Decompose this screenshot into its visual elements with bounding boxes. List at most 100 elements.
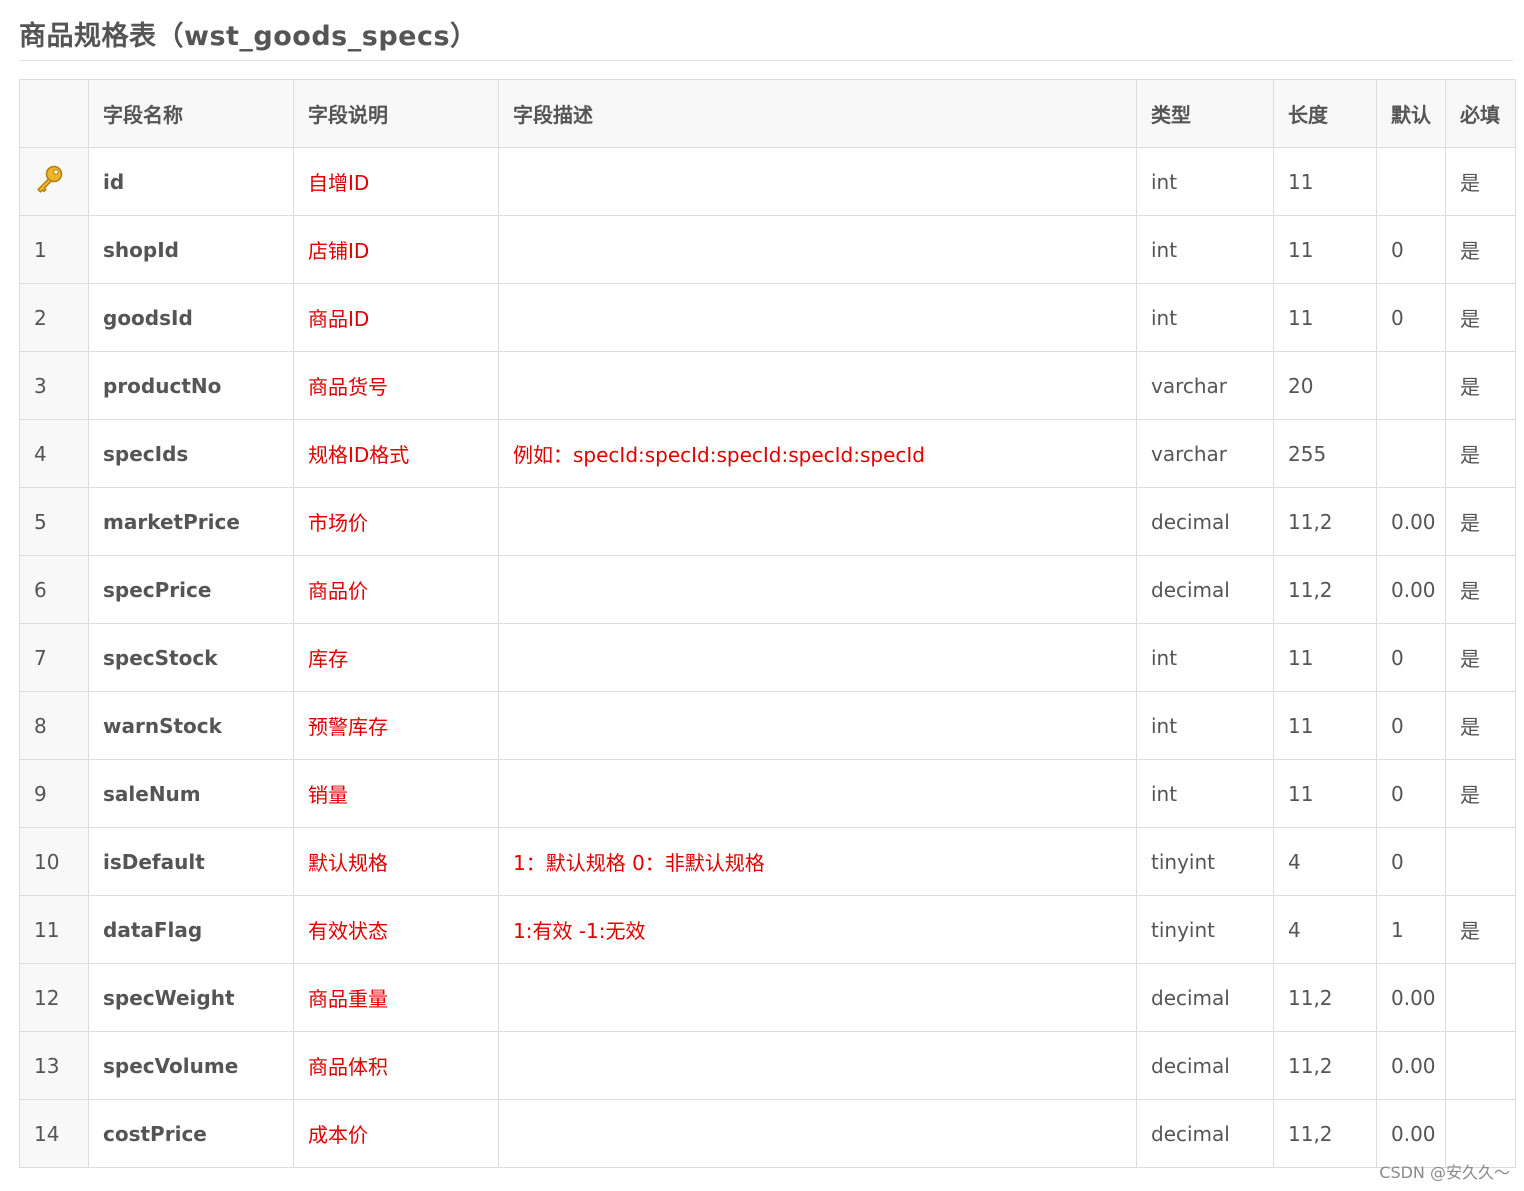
row-index-cell: 6 [19, 555, 89, 624]
field-label-cell: 商品货号 [293, 351, 499, 420]
field-name-cell: dataFlag [88, 895, 294, 964]
field-label-cell: 商品体积 [293, 1031, 499, 1100]
default-cell: 0.00 [1376, 1099, 1446, 1168]
field-label-cell: 商品重量 [293, 963, 499, 1032]
header-field-desc: 字段描述 [498, 79, 1137, 148]
field-desc-cell [498, 147, 1137, 216]
field-label-cell: 有效状态 [293, 895, 499, 964]
field-desc-cell [498, 759, 1137, 828]
length-cell: 11,2 [1273, 1099, 1377, 1168]
header-type: 类型 [1136, 79, 1274, 148]
header-row: 字段名称 字段说明 字段描述 类型 长度 默认 必填 [19, 79, 1516, 148]
required-cell: 是 [1445, 691, 1516, 760]
required-cell [1445, 1031, 1516, 1100]
required-cell: 是 [1445, 351, 1516, 420]
field-label-cell: 成本价 [293, 1099, 499, 1168]
field-label-cell: 销量 [293, 759, 499, 828]
field-desc-cell [498, 487, 1137, 556]
key-icon [34, 164, 64, 199]
default-cell: 0 [1376, 827, 1446, 896]
table-row: 12 specWeight 商品重量 decimal 11,2 0.00 [19, 963, 1516, 1032]
required-cell: 是 [1445, 555, 1516, 624]
length-cell: 11 [1273, 691, 1377, 760]
required-cell [1445, 963, 1516, 1032]
type-cell: int [1136, 691, 1274, 760]
table-row: 10 isDefault 默认规格 1：默认规格 0：非默认规格 tinyint… [19, 827, 1516, 896]
table-row: 7 specStock 库存 int 11 0 是 [19, 623, 1516, 692]
table-row: 13 specVolume 商品体积 decimal 11,2 0.00 [19, 1031, 1516, 1100]
field-name-cell: shopId [88, 215, 294, 284]
table-row: 1 shopId 店铺ID int 11 0 是 [19, 215, 1516, 284]
field-label-cell: 市场价 [293, 487, 499, 556]
length-cell: 4 [1273, 895, 1377, 964]
default-cell: 0.00 [1376, 555, 1446, 624]
type-cell: decimal [1136, 963, 1274, 1032]
field-desc-cell [498, 351, 1137, 420]
length-cell: 11,2 [1273, 555, 1377, 624]
type-cell: varchar [1136, 351, 1274, 420]
required-cell: 是 [1445, 419, 1516, 488]
table-row: 14 costPrice 成本价 decimal 11,2 0.00 [19, 1099, 1516, 1168]
default-cell: 0 [1376, 623, 1446, 692]
row-index-cell: 2 [19, 283, 89, 352]
table-row: 9 saleNum 销量 int 11 0 是 [19, 759, 1516, 828]
type-cell: varchar [1136, 419, 1274, 488]
field-name-cell: specPrice [88, 555, 294, 624]
field-desc-cell: 1:有效 -1:无效 [498, 895, 1137, 964]
header-index [19, 79, 89, 148]
field-desc-cell [498, 1031, 1137, 1100]
field-desc-cell: 1：默认规格 0：非默认规格 [498, 827, 1137, 896]
spec-table: 字段名称 字段说明 字段描述 类型 长度 默认 必填 id 自增ID int 1… [19, 79, 1516, 1168]
field-name-cell: costPrice [88, 1099, 294, 1168]
row-index-cell: 10 [19, 827, 89, 896]
field-desc-cell [498, 691, 1137, 760]
length-cell: 11 [1273, 215, 1377, 284]
row-index-cell: 9 [19, 759, 89, 828]
field-desc-cell [498, 1099, 1137, 1168]
field-label-cell: 商品ID [293, 283, 499, 352]
table-row: 5 marketPrice 市场价 decimal 11,2 0.00 是 [19, 487, 1516, 556]
page-title: 商品规格表（wst_goods_specs） [19, 21, 478, 52]
type-cell: decimal [1136, 487, 1274, 556]
row-index-cell: 3 [19, 351, 89, 420]
row-index-cell: 12 [19, 963, 89, 1032]
required-cell: 是 [1445, 759, 1516, 828]
default-cell: 0 [1376, 691, 1446, 760]
length-cell: 4 [1273, 827, 1377, 896]
length-cell: 11,2 [1273, 487, 1377, 556]
table-row: 2 goodsId 商品ID int 11 0 是 [19, 283, 1516, 352]
table-row: 11 dataFlag 有效状态 1:有效 -1:无效 tinyint 4 1 … [19, 895, 1516, 964]
table-row: 4 specIds 规格ID格式 例如：specId:specId:specId… [19, 419, 1516, 488]
required-cell: 是 [1445, 283, 1516, 352]
field-name-cell: specVolume [88, 1031, 294, 1100]
field-name-cell: specStock [88, 623, 294, 692]
length-cell: 11,2 [1273, 963, 1377, 1032]
table-row: 3 productNo 商品货号 varchar 20 是 [19, 351, 1516, 420]
field-name-cell: saleNum [88, 759, 294, 828]
header-default: 默认 [1376, 79, 1446, 148]
table-row: 8 warnStock 预警库存 int 11 0 是 [19, 691, 1516, 760]
field-label-cell: 库存 [293, 623, 499, 692]
field-label-cell: 规格ID格式 [293, 419, 499, 488]
field-desc-cell [498, 623, 1137, 692]
type-cell: int [1136, 623, 1274, 692]
required-cell: 是 [1445, 215, 1516, 284]
field-name-cell: specIds [88, 419, 294, 488]
field-desc-cell [498, 215, 1137, 284]
row-index-cell: 1 [19, 215, 89, 284]
type-cell: tinyint [1136, 895, 1274, 964]
header-required: 必填 [1445, 79, 1516, 148]
table-row: 6 specPrice 商品价 decimal 11,2 0.00 是 [19, 555, 1516, 624]
watermark: CSDN @安久久～ [1379, 1163, 1510, 1182]
required-cell [1445, 1099, 1516, 1168]
header-length: 长度 [1273, 79, 1377, 148]
length-cell: 255 [1273, 419, 1377, 488]
field-name-cell: isDefault [88, 827, 294, 896]
title-divider [19, 60, 1513, 61]
default-cell: 0 [1376, 283, 1446, 352]
length-cell: 11 [1273, 283, 1377, 352]
row-index-cell: 7 [19, 623, 89, 692]
default-cell [1376, 351, 1446, 420]
length-cell: 11 [1273, 759, 1377, 828]
field-name-cell: specWeight [88, 963, 294, 1032]
